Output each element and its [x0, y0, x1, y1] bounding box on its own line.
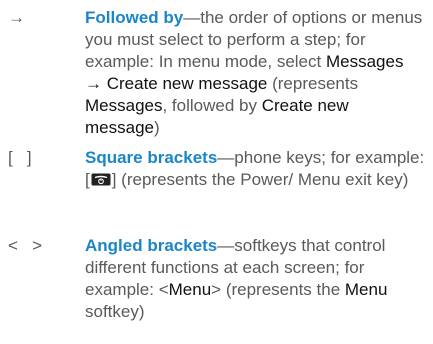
- dash: —: [217, 148, 235, 167]
- description-text: (represents: [267, 74, 359, 93]
- arrow-separator: →: [85, 74, 107, 93]
- term-followed-by: Followed by: [85, 8, 184, 27]
- square-brackets-description: Square brackets—phone keys; for example:…: [85, 147, 425, 191]
- ui-messages: Messages: [85, 96, 163, 115]
- term-angled-brackets: Angled brackets: [85, 236, 218, 255]
- description-text: , followed by: [162, 96, 262, 115]
- power-menu-exit-key-icon: [91, 173, 111, 186]
- ui-menu: Menu: [344, 280, 388, 299]
- description-text: > (represents the: [211, 280, 345, 299]
- arrow-symbol: →: [8, 8, 25, 27]
- term-square-brackets: Square brackets: [85, 148, 218, 167]
- angled-brackets-description: Angled brackets—softkeys that control di…: [85, 235, 425, 323]
- angled-brackets-symbol: < >: [8, 236, 43, 255]
- ui-messages: Messages: [325, 52, 404, 71]
- ui-menu: Menu: [168, 280, 212, 299]
- description-text: ] (represents the Power/ Menu exit key): [111, 170, 409, 189]
- ui-create-new-message: Create new message: [106, 74, 268, 93]
- dash: —: [217, 236, 235, 255]
- dash: —: [183, 8, 201, 27]
- description-text: ): [153, 118, 160, 137]
- square-brackets-symbol: [ ]: [8, 148, 32, 167]
- followed-by-description: Followed by—the order of options or menu…: [85, 7, 425, 139]
- description-text: softkey): [85, 302, 145, 321]
